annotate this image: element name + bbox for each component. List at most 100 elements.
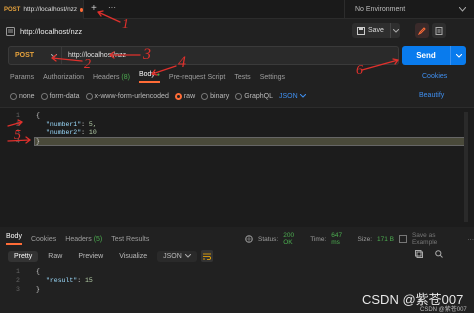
chevron-down-icon [299,94,306,98]
json-key: "number1" [46,121,82,128]
tab-settings[interactable]: Settings [260,74,285,81]
environment-label: No Environment [355,6,406,13]
wrap-lines-button[interactable] [200,250,213,262]
line-number: 3 [16,286,20,293]
annotation-5: 5 [14,128,21,143]
annotation-4: 4 [178,54,186,71]
view-pretty[interactable]: Pretty [8,250,39,262]
resp-tab-cookies[interactable]: Cookies [31,236,56,243]
response-actions [415,250,443,258]
pencil-icon [418,26,426,35]
radio-icon [85,92,93,100]
code-brace: } [36,286,40,293]
body-option-label: x-www-form-urlencoded [94,92,169,100]
response-tabs: Body Cookies Headers (5) Test Results [6,233,149,245]
body-option-label: binary [210,92,230,100]
send-button[interactable]: Send [402,46,450,65]
chevron-down-icon [459,7,466,12]
tab-more-button[interactable]: ··· [108,3,116,12]
save-as-example-button[interactable]: Save as Example [412,232,463,246]
send-label: Send [416,51,436,60]
documentation-button[interactable] [432,23,446,38]
time-label: Time: [310,235,327,243]
body-option-urlencoded[interactable]: x-www-form-urlencoded [85,92,169,100]
body-format-value: JSON [279,92,298,100]
tab-headers-label: Headers [92,73,120,81]
body-option-label: none [19,92,35,100]
request-title: http://localhost/nzz [20,26,83,36]
json-key: "result" [46,277,78,284]
line-number: 2 [16,277,20,284]
resp-tab-headers[interactable]: Headers (5) [65,236,102,243]
unsaved-dot-icon [80,7,83,12]
search-icon[interactable] [435,250,443,258]
tab-body-label: Body [138,71,155,78]
resp-tab-body[interactable]: Body [6,233,22,245]
wrap-icon [202,253,211,260]
request-tabs: Params Authorization Headers (8) Body ● … [10,70,285,84]
method-select[interactable]: POST [8,46,62,65]
resp-tab-test-results[interactable]: Test Results [111,236,149,243]
response-meta: Status: 200 OK Time: 647 ms Size: 171 B … [245,232,474,246]
view-preview[interactable]: Preview [72,251,109,262]
annotation-3: 3 [143,46,151,63]
response-format-select[interactable]: JSON [157,250,197,262]
view-raw[interactable]: Raw [42,251,68,262]
time-value: 647 ms [331,232,343,246]
code-line: "result": 15 [46,277,93,284]
save-icon [398,235,407,243]
tab-params[interactable]: Params [10,74,34,81]
annotation-2: 2 [84,57,91,72]
cookies-link[interactable]: Cookies [422,73,447,80]
body-indicator: ● [156,72,160,78]
document-icon [435,26,443,35]
radio-icon [235,92,243,100]
chevron-down-icon [51,53,57,58]
body-option-binary[interactable]: binary [201,92,230,100]
body-option-none[interactable]: none [10,92,35,100]
response-format-value: JSON [163,252,182,260]
save-label: Save [368,27,384,34]
tab-body[interactable]: Body ● [138,71,160,83]
json-value: 15 [85,277,93,284]
globe-icon [245,235,253,243]
new-tab-button[interactable]: + [91,3,97,14]
body-option-graphql[interactable]: GraphQL [235,92,273,100]
copy-icon[interactable] [415,250,423,258]
resp-tab-headers-label: Headers [65,235,92,243]
size-label: Size: [357,235,372,243]
line-number: 2 [16,121,20,128]
body-option-label: raw [183,92,196,100]
request-tab[interactable]: POST http://localhost/nzz [0,0,84,19]
environment-select[interactable]: No Environment [344,0,474,19]
status-value: 200 OK [283,232,295,246]
body-option-form-data[interactable]: form-data [40,92,80,100]
annotation-1: 1 [122,17,129,32]
send-dropdown[interactable] [450,46,466,65]
json-key: "number2" [46,129,82,136]
beautify-link[interactable]: Beautify [419,92,444,99]
code-line: "number1": 5, [46,121,97,128]
body-type-options: none form-data x-www-form-urlencoded raw… [10,90,306,102]
url-input[interactable]: http://localhost/nzz [62,46,399,65]
tab-pre-request-script[interactable]: Pre-request Script [169,74,225,81]
code-brace: { [36,112,40,119]
size-value: 171 B [377,235,394,243]
body-option-raw[interactable]: raw [174,92,196,100]
code-brace: { [36,268,40,275]
http-request-icon [6,26,15,36]
edit-button[interactable] [415,23,429,38]
tab-tests[interactable]: Tests [234,74,250,81]
watermark-small: CSDN @紫苍007 [420,307,467,313]
tab-method: POST [4,6,21,13]
tab-headers[interactable]: Headers (8) [93,74,130,81]
annotation-6: 6 [356,63,363,78]
radio-icon [40,92,48,100]
current-line-highlight [34,137,466,146]
view-visualize[interactable]: Visualize [113,251,153,262]
tab-authorization[interactable]: Authorization [43,74,84,81]
response-more-button[interactable]: ··· [468,236,474,243]
editor-scrollbar[interactable] [464,112,468,222]
save-dropdown[interactable] [390,23,400,38]
body-format-select[interactable]: JSON [279,93,306,100]
